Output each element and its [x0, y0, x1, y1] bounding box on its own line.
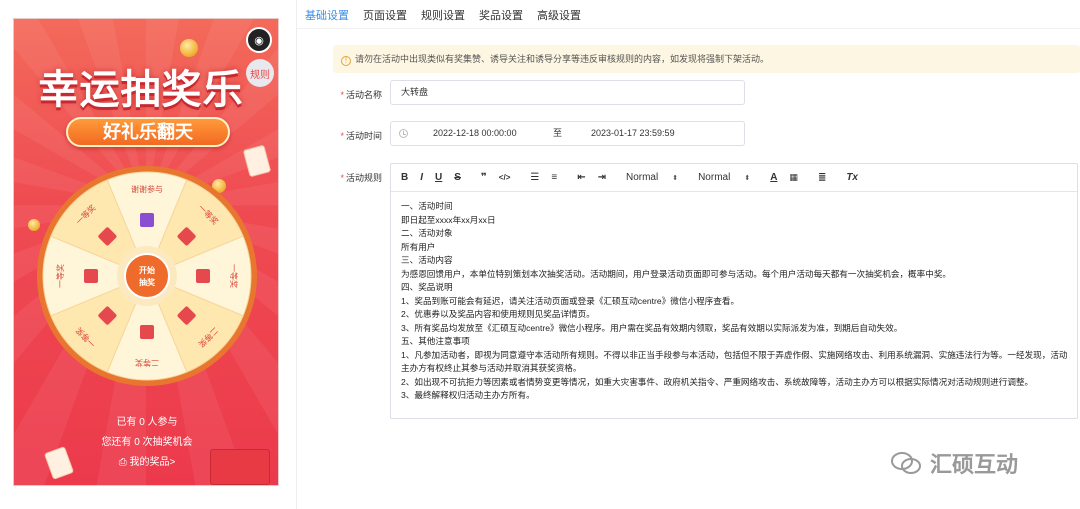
blockquote-button[interactable]: ❞ [481, 172, 487, 183]
rules-label: * 活动规则 [340, 173, 382, 183]
phone-subtitle: 好礼乐翻天 [66, 117, 230, 147]
size-select[interactable]: Normal ⬍ [698, 172, 750, 183]
watermark: 汇硕互动 [890, 447, 1018, 479]
rules-editor[interactable]: B I U S ❞ </> ☰ ≡ ⇤ ⇥ Normal ⬍ Normal ⬍ A … [390, 163, 1078, 419]
rules-line: 2、优惠券以及奖品内容和使用规则见奖品详情页。 [401, 309, 595, 319]
indent-icon[interactable]: ⇥ [598, 172, 606, 183]
tab-rules[interactable]: 规则设置 [421, 7, 465, 25]
bold-button[interactable]: B [401, 172, 408, 183]
tab-basic[interactable]: 基础设置 [305, 7, 349, 25]
rules-badge[interactable]: 规则 [246, 59, 274, 87]
tab-advanced[interactable]: 高级设置 [537, 7, 581, 25]
strike-button[interactable]: S [454, 172, 461, 183]
wheel-segment-label: 二等奖 [135, 358, 159, 368]
warning-notice: ! 请勿在活动中出现类似有奖集赞、诱导关注和诱导分享等违反审核规则的内容，如发现将… [333, 45, 1080, 73]
gift-box-icon [140, 325, 154, 339]
font-color-icon[interactable]: A [770, 172, 777, 183]
activity-time-range[interactable]: 2022-12-18 00:00:00 至 2023-01-17 23:59:5… [390, 121, 745, 146]
rules-line: 为感恩回馈用户，本单位特别策划本次抽奖活动。活动期间，用户登录活动页面即可参与活… [401, 268, 952, 279]
wheel-segment-label: 谢谢参与 [131, 184, 163, 194]
rules-content[interactable]: 一、活动时间即日起至xxxx年xx月xx日 二、活动对象 所有用户三、活动内容为感恩… [401, 200, 1073, 403]
prize-wheel: 谢谢参与一等奖一等奖二等奖二等奖一等奖一等奖一等奖 开始 抽奖 [37, 166, 257, 386]
brand-logo-icon: ◉ [246, 27, 272, 53]
gift-box-icon [196, 269, 210, 283]
start-label-1: 开始 [139, 265, 155, 275]
info-icon: ! [341, 56, 351, 66]
gift-box-icon [84, 269, 98, 283]
updown-icon: ⬍ [744, 175, 751, 182]
italic-button[interactable]: I [420, 172, 423, 183]
phone-title: 幸运抽奖乐 [38, 68, 244, 112]
gift-icon: ⎙ [118, 457, 130, 468]
rules-line: 二、活动对象 [401, 228, 453, 238]
editor-toolbar: B I U S ❞ </> ☰ ≡ ⇤ ⇥ Normal ⬍ Normal ⬍ A … [391, 164, 1077, 192]
settings-tabs: 基础设置 页面设置 规则设置 奖品设置 高级设置 [305, 7, 595, 25]
rules-line: 1、凡参加活动者，即视为同意遵守本活动所有规则。不得以非正当手段参与本活动，包括… [401, 349, 1068, 374]
thanks-icon [140, 213, 154, 227]
ordered-list-icon[interactable]: ☰ [530, 172, 539, 183]
rules-line: 五、其他注意事项 [401, 336, 470, 346]
tab-page[interactable]: 页面设置 [363, 7, 407, 25]
rules-line: 三、活动内容 [401, 255, 453, 265]
name-label: * 活动名称 [340, 90, 382, 100]
tabs-underline [297, 28, 1080, 29]
panel-divider [296, 0, 297, 509]
wechat-icon [890, 451, 922, 475]
outdent-icon[interactable]: ⇤ [577, 172, 585, 183]
rules-line: 3、所有奖品均发放至《汇硕互动centre》微信小程序。用户需在奖品有效期内领取… [401, 322, 903, 333]
clock-icon [399, 129, 408, 138]
time-start[interactable]: 2022-12-18 00:00:00 [433, 122, 517, 145]
wheel-segment-label: 一等奖 [55, 264, 65, 288]
time-end[interactable]: 2023-01-17 23:59:59 [591, 122, 675, 145]
header-select[interactable]: Normal ⬍ [626, 172, 678, 183]
rules-line: 1、奖品到账可能会有延迟，请关注活动页面或登录《汇硕互动centre》微信小程序… [401, 295, 740, 306]
code-button[interactable]: </> [499, 173, 511, 182]
phone-stats: 已有 0 人参与 您还有 0 次抽奖机会 ⎙ 我的奖品> [14, 413, 278, 473]
my-prizes-link[interactable]: ⎙ 我的奖品> [14, 453, 278, 473]
updown-icon: ⬍ [672, 175, 679, 182]
rules-line: 所有用户 [401, 241, 436, 252]
start-label-2: 抽奖 [139, 277, 156, 287]
rules-line: 3、最终解释权归活动主办方所有。 [401, 390, 535, 400]
phone-preview: ◉ 规则 幸运抽奖乐 好礼乐翻天 谢谢参与 一等奖 一等奖 二等奖 二等奖 一等奖 一等奖一… [13, 18, 279, 486]
activity-name-input[interactable]: 大转盘 [390, 80, 745, 105]
time-label: * 活动时间 [340, 131, 382, 141]
bullet-list-icon[interactable]: ≡ [551, 172, 557, 183]
rules-line: 2、如出现不可抗拒力等因素或者情势变更等情况，如重大灾害事件、政府机关指令、严重… [401, 376, 1034, 387]
participants-text: 已有 0 人参与 [116, 417, 178, 428]
rules-line: 即日起至xxxx年xx月xx日 [401, 214, 496, 225]
background-color-icon[interactable]: ▦ [789, 172, 798, 183]
rules-line: 四、奖品说明 [401, 282, 453, 292]
rules-line: 一、活动时间 [401, 201, 453, 211]
coin-decoration [180, 39, 198, 57]
chances-text: 您还有 0 次抽奖机会 [101, 437, 193, 448]
notice-text: 请勿在活动中出现类似有奖集赞、诱导关注和诱导分享等违反审核规则的内容，如发现将强… [355, 54, 770, 64]
wheel-segment-label: 一等奖 [229, 264, 239, 288]
clear-format-icon[interactable]: Tx [846, 172, 858, 183]
underline-button[interactable]: U [435, 172, 442, 183]
align-icon[interactable]: ≣ [818, 172, 826, 183]
start-button[interactable] [124, 253, 170, 299]
tab-prizes[interactable]: 奖品设置 [479, 7, 523, 25]
time-separator: 至 [553, 128, 563, 138]
